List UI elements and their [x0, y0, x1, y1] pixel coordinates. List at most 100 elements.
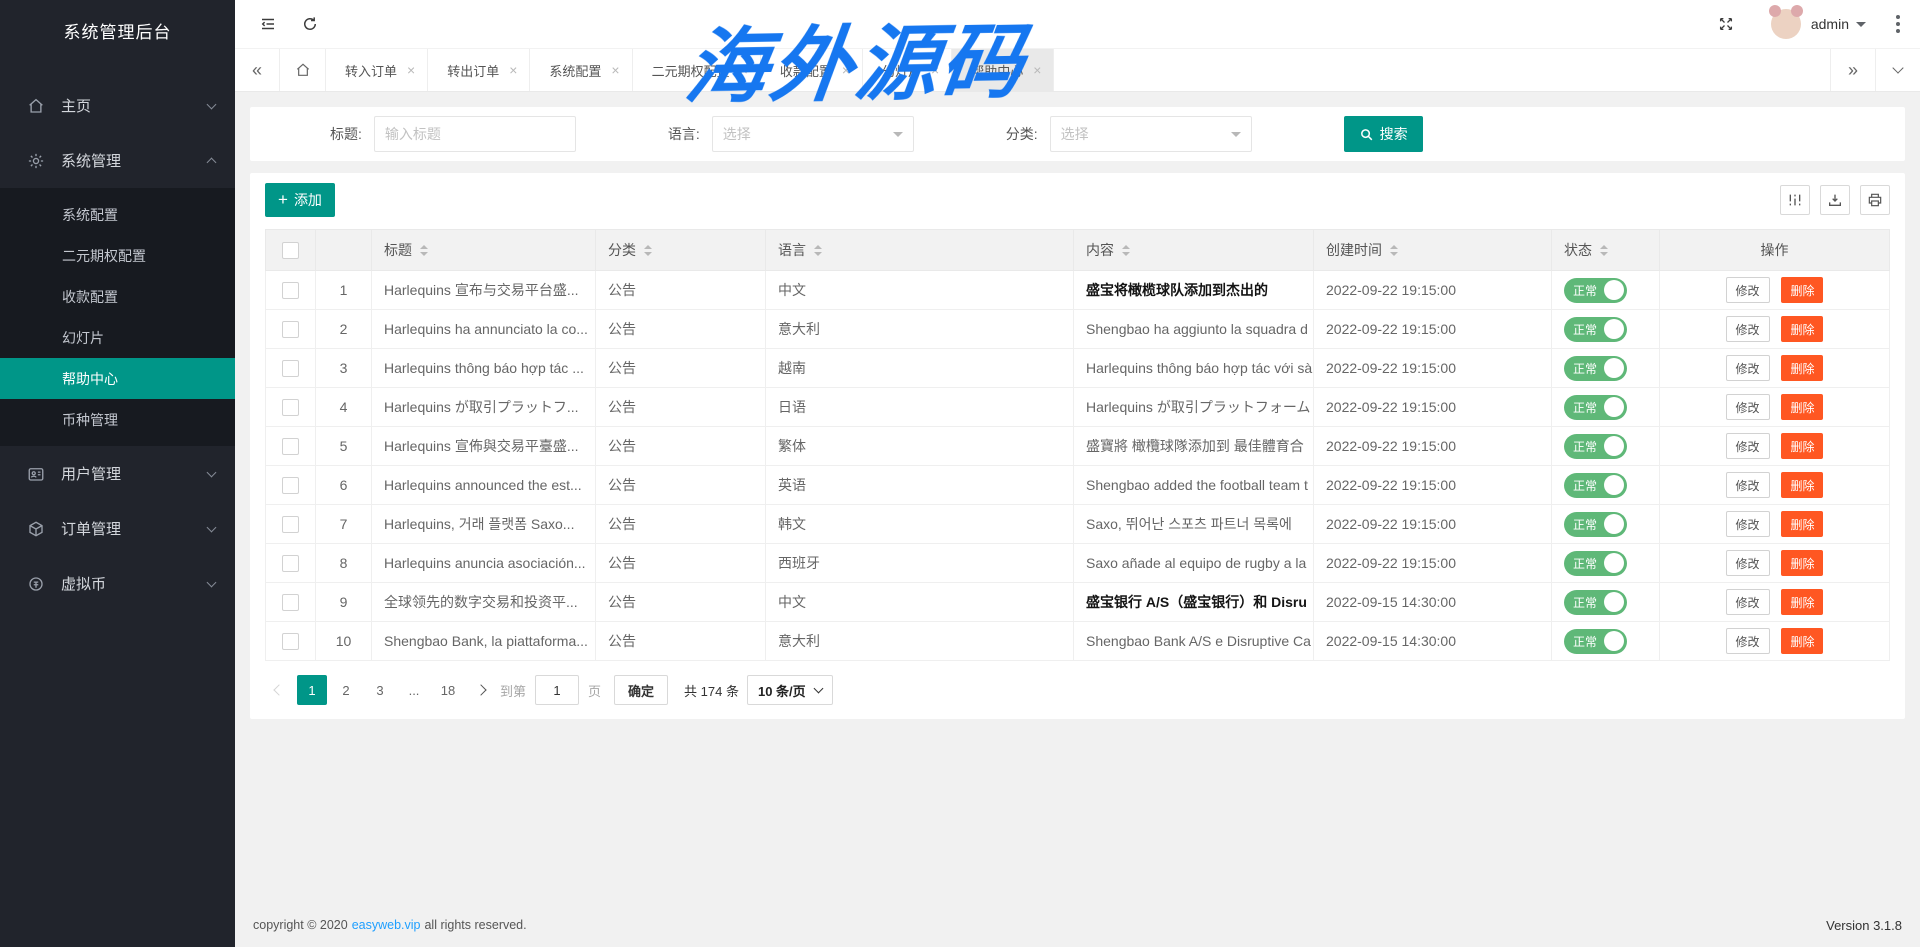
edit-button[interactable]: 修改 [1726, 355, 1770, 381]
delete-button[interactable]: 删除 [1781, 355, 1823, 381]
sidebar-subitem[interactable]: 收款配置 [0, 276, 235, 317]
row-checkbox[interactable] [282, 282, 299, 299]
sidebar-item-users[interactable]: 用户管理 [0, 446, 235, 501]
delete-button[interactable]: 删除 [1781, 628, 1823, 654]
sidebar-subitem[interactable]: 币种管理 [0, 399, 235, 440]
edit-button[interactable]: 修改 [1726, 589, 1770, 615]
title-filter-input[interactable] [374, 116, 576, 152]
delete-button[interactable]: 删除 [1781, 511, 1823, 537]
status-toggle[interactable]: 正常 [1564, 473, 1627, 498]
delete-button[interactable]: 删除 [1781, 277, 1823, 303]
sidebar-subitem[interactable]: 帮助中心 [0, 358, 235, 399]
row-checkbox[interactable] [282, 633, 299, 650]
close-icon[interactable]: × [931, 63, 939, 77]
page-number[interactable]: 18 [433, 675, 463, 705]
tab-home[interactable] [280, 49, 326, 91]
tab[interactable]: 转出订单 × [428, 49, 530, 91]
row-checkbox[interactable] [282, 399, 299, 416]
tabs-menu-icon[interactable] [1875, 49, 1920, 91]
select-all-checkbox[interactable] [282, 242, 299, 259]
status-toggle[interactable]: 正常 [1564, 512, 1627, 537]
edit-button[interactable]: 修改 [1726, 316, 1770, 342]
print-icon[interactable] [1860, 185, 1890, 215]
sort-icon[interactable] [420, 241, 428, 260]
page-number[interactable]: 1 [297, 675, 327, 705]
row-checkbox[interactable] [282, 321, 299, 338]
close-icon[interactable]: × [611, 63, 619, 77]
sort-icon[interactable] [644, 241, 652, 260]
edit-button[interactable]: 修改 [1726, 277, 1770, 303]
row-checkbox[interactable] [282, 555, 299, 572]
status-toggle[interactable]: 正常 [1564, 278, 1627, 303]
refresh-icon[interactable] [289, 0, 331, 48]
delete-button[interactable]: 删除 [1781, 316, 1823, 342]
row-checkbox[interactable] [282, 360, 299, 377]
close-icon[interactable]: × [509, 63, 517, 77]
sidebar-subitem[interactable]: 二元期权配置 [0, 235, 235, 276]
row-checkbox[interactable] [282, 594, 299, 611]
close-icon[interactable]: × [407, 63, 415, 77]
tab[interactable]: 帮助中心 × [952, 49, 1054, 91]
page-number[interactable]: 2 [331, 675, 361, 705]
delete-button[interactable]: 删除 [1781, 433, 1823, 459]
edit-button[interactable]: 修改 [1726, 511, 1770, 537]
row-checkbox[interactable] [282, 516, 299, 533]
sidebar-item-system[interactable]: 系统管理 [0, 133, 235, 188]
status-toggle[interactable]: 正常 [1564, 434, 1627, 459]
sidebar-subitem[interactable]: 幻灯片 [0, 317, 235, 358]
tabs-scroll-right-icon[interactable]: » [1830, 49, 1875, 91]
edit-button[interactable]: 修改 [1726, 394, 1770, 420]
status-toggle[interactable]: 正常 [1564, 629, 1627, 654]
search-button[interactable]: 搜索 [1344, 116, 1423, 152]
avatar[interactable] [1771, 9, 1801, 39]
edit-button[interactable]: 修改 [1726, 472, 1770, 498]
language-select[interactable]: 选择 [712, 116, 914, 152]
tab[interactable]: 二元期权配置 × [633, 49, 761, 91]
sort-icon[interactable] [814, 241, 822, 260]
add-button[interactable]: + 添加 [265, 183, 335, 217]
page-jump-input[interactable] [535, 675, 579, 705]
edit-button[interactable]: 修改 [1726, 433, 1770, 459]
easyweb-link[interactable]: easyweb.vip [352, 918, 421, 932]
sidebar-item-crypto[interactable]: 虚拟币 [0, 556, 235, 611]
menu-fold-icon[interactable] [247, 0, 289, 48]
sidebar-item-home[interactable]: 主页 [0, 78, 235, 133]
status-toggle[interactable]: 正常 [1564, 551, 1627, 576]
delete-button[interactable]: 删除 [1781, 550, 1823, 576]
tab[interactable]: 幻灯片 × [863, 49, 952, 91]
sort-icon[interactable] [1600, 241, 1608, 260]
status-toggle[interactable]: 正常 [1564, 590, 1627, 615]
page-number[interactable]: ... [399, 675, 429, 705]
close-icon[interactable]: × [842, 63, 850, 77]
more-vertical-icon[interactable] [1888, 15, 1908, 33]
category-select[interactable]: 选择 [1050, 116, 1252, 152]
tab[interactable]: 系统配置 × [530, 49, 632, 91]
tab[interactable]: 转入订单 × [326, 49, 428, 91]
row-checkbox[interactable] [282, 477, 299, 494]
confirm-button[interactable]: 确定 [614, 675, 668, 705]
sidebar-item-orders[interactable]: 订单管理 [0, 501, 235, 556]
sort-icon[interactable] [1390, 241, 1398, 260]
prev-page-icon[interactable] [265, 675, 293, 705]
row-checkbox[interactable] [282, 438, 299, 455]
delete-button[interactable]: 删除 [1781, 394, 1823, 420]
close-icon[interactable]: × [1033, 63, 1041, 77]
delete-button[interactable]: 删除 [1781, 472, 1823, 498]
status-toggle[interactable]: 正常 [1564, 395, 1627, 420]
per-page-select[interactable]: 10 条/页 [747, 675, 833, 705]
tabs-scroll-left-icon[interactable]: « [235, 49, 280, 91]
page-number[interactable]: 3 [365, 675, 395, 705]
export-icon[interactable] [1820, 185, 1850, 215]
status-toggle[interactable]: 正常 [1564, 317, 1627, 342]
edit-button[interactable]: 修改 [1726, 628, 1770, 654]
status-toggle[interactable]: 正常 [1564, 356, 1627, 381]
columns-icon[interactable] [1780, 185, 1810, 215]
close-icon[interactable]: × [740, 63, 748, 77]
sort-icon[interactable] [1122, 241, 1130, 260]
fullscreen-icon[interactable] [1705, 15, 1747, 33]
sidebar-subitem[interactable]: 系统配置 [0, 194, 235, 235]
next-page-icon[interactable] [467, 675, 495, 705]
edit-button[interactable]: 修改 [1726, 550, 1770, 576]
delete-button[interactable]: 删除 [1781, 589, 1823, 615]
tab[interactable]: 收款配置 × [761, 49, 863, 91]
